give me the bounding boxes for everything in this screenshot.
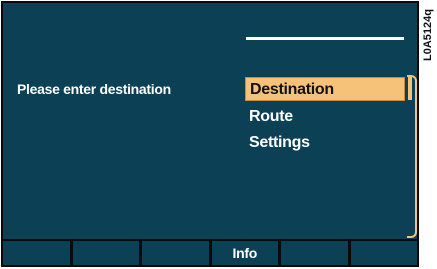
softkey-2[interactable] [72,241,139,265]
navigation-screen: Please enter destination Destination Rou… [1,1,419,267]
status-line [246,37,404,40]
softkey-5[interactable] [281,241,348,265]
document-code: L0A5124q [421,4,435,66]
softkey-1[interactable] [3,241,70,265]
menu-item-destination[interactable]: Destination [245,77,405,101]
softkey-3[interactable] [142,241,209,265]
menu-item-route[interactable]: Route [245,105,405,129]
document-code-text: L0A5124q [422,9,434,61]
scrollbar-thumb[interactable] [408,76,412,100]
menu-item-settings[interactable]: Settings [245,131,405,155]
softkey-info[interactable]: Info [211,241,278,265]
softkey-6[interactable] [350,241,417,265]
softkey-bar: Info [3,239,417,265]
prompt-text: Please enter destination [17,81,171,97]
